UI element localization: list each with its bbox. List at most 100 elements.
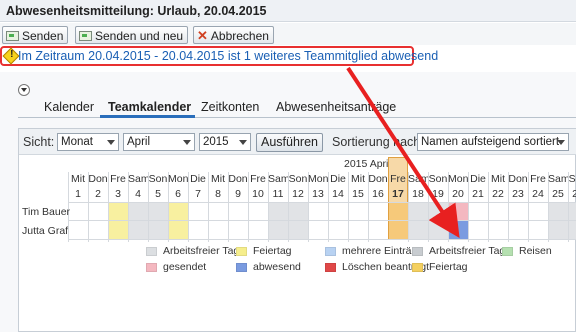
tab-abwesenheitsantraege[interactable]: Abwesenheitsanträge: [276, 100, 396, 114]
tab-kalender[interactable]: Kalender: [44, 100, 94, 114]
day-number: 12: [292, 188, 304, 200]
day-name: Die: [330, 173, 346, 185]
collapse-toggle-icon[interactable]: [18, 84, 30, 96]
day-number: 21: [472, 188, 484, 200]
legend-swatch: [502, 246, 513, 256]
calendar-cell[interactable]: [109, 203, 128, 221]
day-number: 8: [215, 188, 221, 200]
calendar-cell[interactable]: [549, 203, 568, 221]
calendar-cell[interactable]: [409, 221, 428, 239]
calendar-cell[interactable]: [429, 203, 448, 221]
calendar-cell[interactable]: [149, 203, 168, 221]
day-number: 11: [272, 188, 284, 200]
legend-swatch: [325, 262, 336, 272]
sort-label: Sortierung nach:: [332, 135, 424, 149]
legend-swatch: [412, 262, 423, 272]
month-select-value: April: [127, 136, 151, 148]
day-number: 10: [252, 188, 264, 200]
legend-label: gesendet: [163, 261, 207, 273]
day-number: 15: [352, 188, 364, 200]
send-and-new-button-label: Senden und neu: [95, 28, 184, 43]
calendar-cell[interactable]: [289, 221, 308, 239]
calendar-cell[interactable]: [549, 221, 568, 239]
send-button[interactable]: Senden: [2, 26, 69, 44]
calendar-cell[interactable]: [389, 203, 408, 221]
calendar-cell[interactable]: [449, 203, 468, 221]
calendar-cell[interactable]: [149, 221, 168, 239]
legend-label: abwesend: [253, 261, 301, 273]
day-name: Son: [148, 173, 168, 185]
calendar-cell[interactable]: [269, 203, 288, 221]
run-button[interactable]: Ausführen: [256, 133, 323, 152]
legend-label: Reisen: [519, 245, 552, 257]
day-number: 24: [532, 188, 544, 200]
day-number: 3: [115, 188, 121, 200]
sort-select-value: Namen aufsteigend sortiert: [421, 136, 560, 148]
day-number: 22: [492, 188, 504, 200]
tab-zeitkonten[interactable]: Zeitkonten: [201, 100, 259, 114]
calendar-cell[interactable]: [289, 203, 308, 221]
tab-teamkalender[interactable]: Teamkalender: [108, 100, 191, 114]
envelope-icon: [79, 30, 92, 41]
legend-swatch: [412, 246, 423, 256]
calendar-cell[interactable]: [269, 221, 288, 239]
absence-notice: ! Im Zeitraum 20.04.2015 - 20.04.2015 is…: [0, 46, 438, 66]
view-select[interactable]: Monat: [57, 133, 119, 151]
day-name: Die: [190, 173, 206, 185]
legend-item: Reisen: [502, 245, 552, 257]
legend-label: Feiertag: [253, 245, 292, 257]
cancel-button-label: Abbrechen: [210, 28, 269, 43]
view-select-value: Monat: [61, 136, 93, 148]
day-name: Don: [368, 173, 388, 185]
legend-swatch: [146, 246, 157, 256]
legend-swatch: [236, 262, 247, 272]
day-name: Mit: [491, 173, 505, 185]
legend-swatch: [146, 262, 157, 272]
day-name: Fre: [110, 173, 126, 185]
calendar-cell[interactable]: [389, 221, 408, 239]
day-number: 13: [312, 188, 324, 200]
envelope-icon: [6, 30, 19, 41]
send-and-new-button[interactable]: Senden und neu: [75, 26, 189, 44]
day-number: 26: [572, 188, 576, 200]
cancel-button[interactable]: ✕ Abbrechen: [193, 26, 274, 44]
month-select[interactable]: April: [123, 133, 195, 151]
legend-swatch: [236, 246, 247, 256]
legend-item: Arbeitsfreier Tag: [146, 245, 239, 257]
active-tab-indicator: [100, 115, 195, 118]
calendar-cell[interactable]: [569, 221, 576, 239]
day-name: Don: [228, 173, 248, 185]
calendar-cell[interactable]: [409, 203, 428, 221]
legend-item: abwesend: [236, 261, 301, 273]
calendar-cell[interactable]: [449, 221, 468, 239]
day-number: 17: [392, 188, 404, 200]
day-number: 7: [195, 188, 201, 200]
calendar-cell[interactable]: [169, 221, 188, 239]
toolbar: Senden Senden und neu ✕ Abbrechen: [0, 23, 576, 45]
day-name: Mon: [308, 173, 329, 185]
calendar-cell[interactable]: [569, 203, 576, 221]
legend-label: Feiertag: [429, 261, 468, 273]
day-number: 16: [372, 188, 384, 200]
send-button-label: Senden: [22, 28, 64, 43]
calendar-cell[interactable]: [129, 221, 148, 239]
day-name: Fre: [390, 173, 406, 185]
calendar-cell[interactable]: [129, 203, 148, 221]
calendar-cell[interactable]: [169, 203, 188, 221]
day-name: Fre: [250, 173, 266, 185]
legend-label: Arbeitsfreier Tag: [163, 245, 240, 257]
calendar-cell[interactable]: [109, 221, 128, 239]
day-name: Sam: [548, 173, 570, 185]
day-number: 25: [552, 188, 564, 200]
legend-label: Arbeitsfreier Tag: [429, 245, 506, 257]
sort-select[interactable]: Namen aufsteigend sortiert: [417, 133, 569, 151]
day-name: Don: [508, 173, 528, 185]
notice-message[interactable]: Im Zeitraum 20.04.2015 - 20.04.2015 ist …: [18, 49, 438, 63]
warning-icon: !: [2, 47, 20, 65]
row-divider: [68, 220, 576, 221]
year-select[interactable]: 2015: [199, 133, 251, 151]
calendar-cell[interactable]: [429, 221, 448, 239]
day-name: Son: [568, 173, 576, 185]
legend-item: mehrere Einträge: [325, 245, 423, 257]
title-bar: Abwesenheitsmitteilung: Urlaub, 20.04.20…: [0, 0, 576, 22]
